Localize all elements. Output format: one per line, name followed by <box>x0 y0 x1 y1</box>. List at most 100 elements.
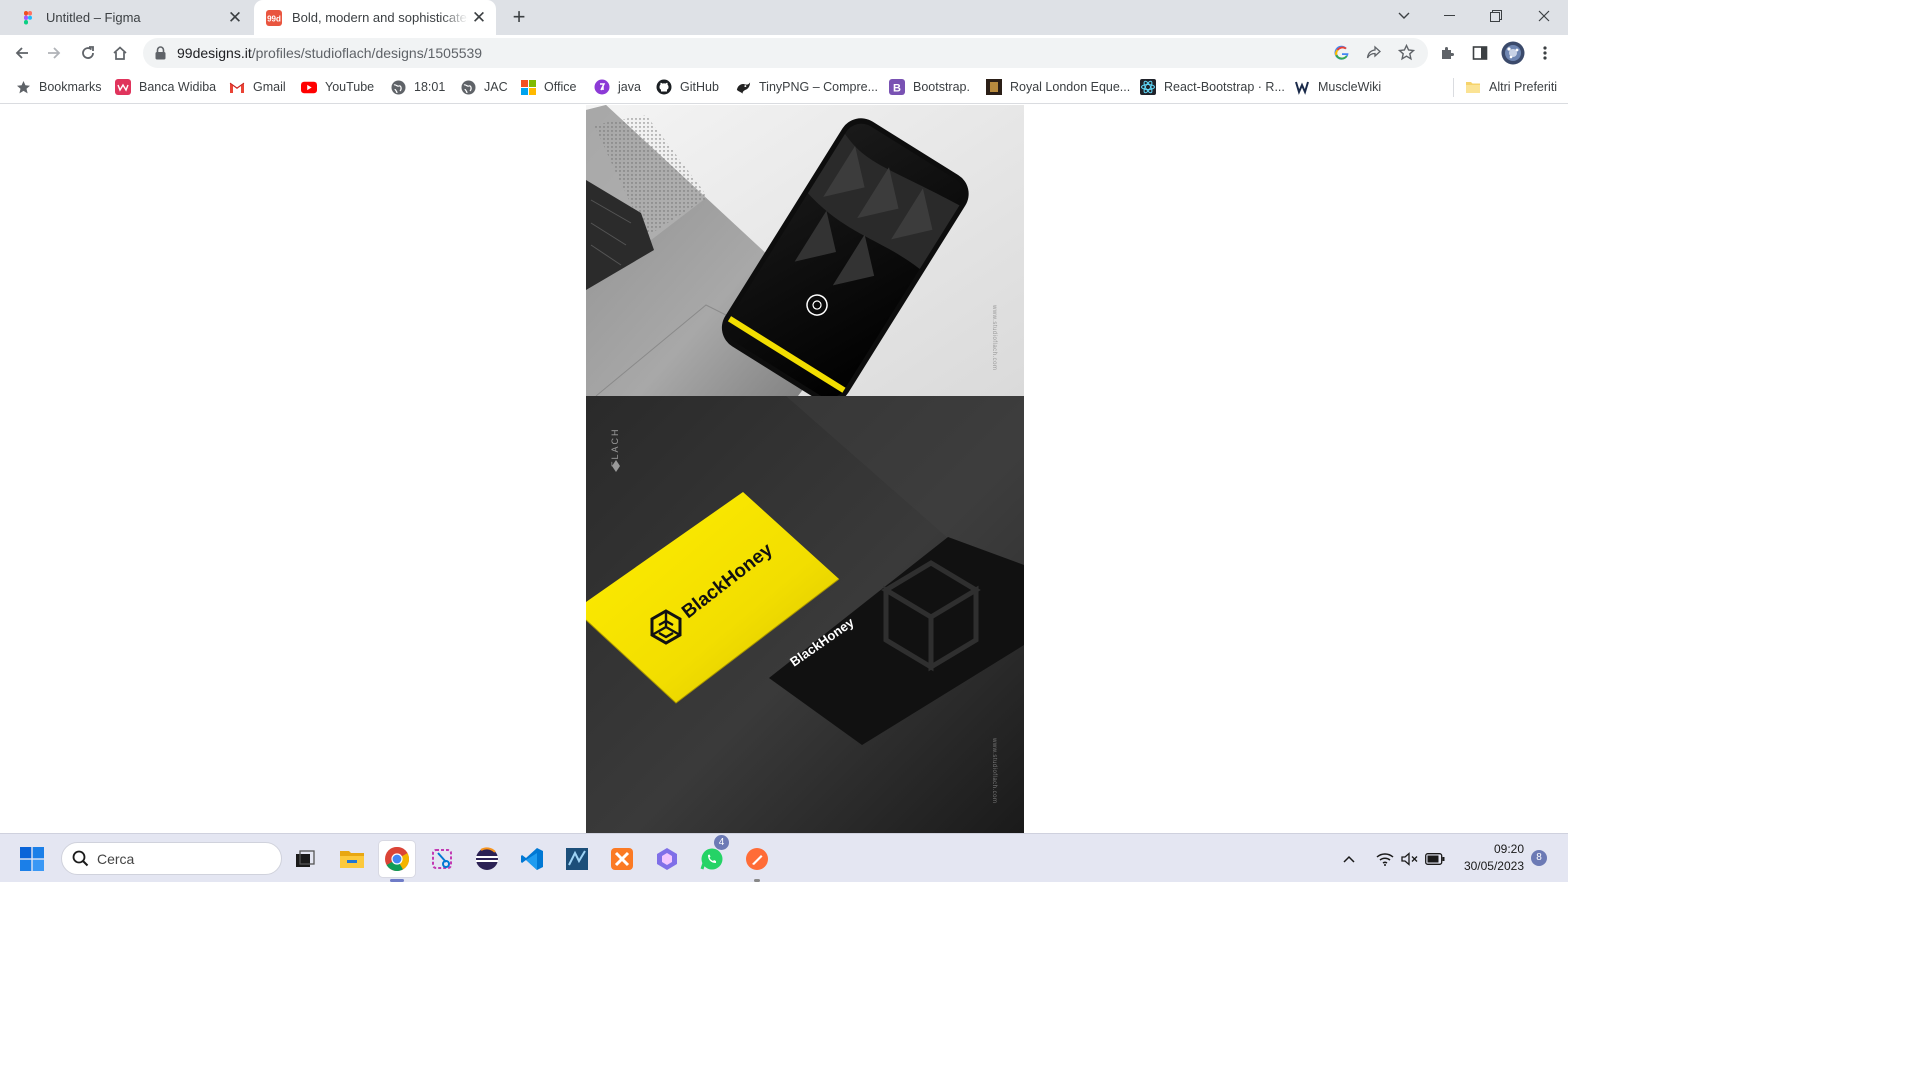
bookmark-java[interactable]: java <box>594 77 641 97</box>
bookmark-label: java <box>618 80 641 94</box>
bookmark-folder-altri-preferiti[interactable]: Altri Preferiti <box>1465 77 1557 97</box>
url-path: /profiles/studioflach/designs/1505539 <box>251 45 483 61</box>
bookmark-label: Bookmarks <box>39 80 102 94</box>
github-icon <box>656 79 672 95</box>
design-image: BlackHoney www.studioflach.com FLACH Bla… <box>586 105 1024 833</box>
running-app-indicator <box>754 879 760 882</box>
widiba-icon <box>115 79 131 95</box>
mysql-workbench-icon[interactable] <box>559 841 595 877</box>
globe-icon <box>390 79 406 95</box>
url-host: 99designs.it <box>177 45 252 61</box>
copilot-icon[interactable] <box>649 841 685 877</box>
react-bootstrap-icon <box>1140 79 1156 95</box>
notification-badge[interactable]: 8 <box>1531 850 1547 866</box>
volume-muted-icon[interactable] <box>1397 841 1423 877</box>
musclewiki-icon <box>1294 79 1310 95</box>
bookmarks-divider <box>1453 78 1454 97</box>
forward-icon[interactable] <box>40 39 68 67</box>
bookmark-musclewiki[interactable]: MuscleWiki <box>1294 77 1381 97</box>
kebab-menu-icon[interactable] <box>1531 39 1559 67</box>
tab-figma[interactable]: Untitled – Figma ✕ <box>8 0 252 35</box>
back-icon[interactable] <box>8 39 36 67</box>
bookmark-react-bootstrap[interactable]: React-Bootstrap · R... <box>1140 77 1285 97</box>
bookmark-label: YouTube <box>325 80 375 94</box>
task-view-icon[interactable] <box>287 841 323 877</box>
tab-title: Untitled – Figma <box>46 10 141 25</box>
xampp-icon[interactable] <box>604 841 640 877</box>
globe-icon <box>460 79 476 95</box>
whatsapp-badge: 4 <box>714 835 729 850</box>
tinypng-icon <box>735 79 751 95</box>
studio-url-bottom: www.studioflach.com <box>991 737 997 804</box>
bookmarks-bar: Bookmarks Banca Widiba Gmail YouTube 18:… <box>0 71 1568 104</box>
bookmark-bookmarks[interactable]: Bookmarks <box>15 77 102 97</box>
bookmark-label: JAC <box>484 80 508 94</box>
bookmark-office[interactable]: Office <box>520 77 576 97</box>
bookmark-1801[interactable]: 18:01 <box>390 77 445 97</box>
side-panel-icon[interactable] <box>1466 39 1494 67</box>
tab-99designs[interactable]: 99d Bold, modern and sophisticated logo … <box>254 0 496 35</box>
bookmark-label: Gmail <box>253 80 286 94</box>
close-tab-icon[interactable]: ✕ <box>468 7 490 29</box>
bookmark-label: Royal London Eque... <box>1010 80 1131 94</box>
home-icon[interactable] <box>106 39 134 67</box>
royal-london-icon <box>986 79 1002 95</box>
lock-icon[interactable] <box>155 46 166 65</box>
99designs-icon: 99d <box>266 9 282 26</box>
bookmark-youtube[interactable]: YouTube <box>301 77 374 97</box>
bookmark-tinypng[interactable]: TinyPNG – Compre... <box>735 77 878 97</box>
reload-icon[interactable] <box>74 39 102 67</box>
figma-icon <box>20 10 36 26</box>
office-icon <box>520 79 536 95</box>
minimize-button[interactable] <box>1427 0 1473 32</box>
bookmark-label: React-Bootstrap · R... <box>1164 80 1285 94</box>
clock-date: 30/05/2023 <box>1463 859 1524 873</box>
share-icon[interactable] <box>1366 45 1382 66</box>
wifi-icon[interactable] <box>1372 841 1398 877</box>
whatsapp-icon[interactable]: 4 <box>694 835 730 877</box>
bookmark-label: Office <box>544 80 577 94</box>
tray-chevron-up-icon[interactable] <box>1336 841 1362 877</box>
bookmark-label: Altri Preferiti <box>1489 80 1558 94</box>
address-bar[interactable]: 99designs.it/profiles/studioflach/design… <box>143 38 1428 68</box>
postman-icon[interactable] <box>739 841 775 882</box>
vscode-icon[interactable] <box>514 841 550 877</box>
tab-title: Bold, modern and sophisticated logo for … <box>292 10 468 25</box>
eclipse-icon[interactable] <box>469 841 505 877</box>
clock-time: 09:20 <box>1493 842 1524 856</box>
browser-toolbar: 99designs.it/profiles/studioflach/design… <box>0 35 1568 71</box>
close-tab-icon[interactable]: ✕ <box>224 7 246 29</box>
bookmark-gmail[interactable]: Gmail <box>229 77 286 97</box>
restore-button[interactable] <box>1473 0 1519 32</box>
taskbar-search[interactable]: Cerca <box>61 842 282 875</box>
windows-start-icon[interactable] <box>14 841 50 877</box>
bookmark-github[interactable]: GitHub <box>656 77 719 97</box>
chrome-icon[interactable] <box>379 841 415 882</box>
tab-strip: Untitled – Figma ✕ 99d Bold, modern and … <box>0 0 1568 35</box>
snipping-tool-icon[interactable] <box>424 841 460 877</box>
folder-icon <box>1465 79 1481 95</box>
bookmark-label: Bootstrap. <box>913 80 970 94</box>
new-tab-button[interactable]: + <box>508 6 530 28</box>
studio-url-top: www.studioflach.com <box>991 304 997 371</box>
profile-avatar[interactable] <box>1499 39 1527 67</box>
youtube-icon <box>301 79 317 95</box>
bookmark-bootstrap[interactable]: B Bootstrap. <box>889 77 970 97</box>
bookmark-jac[interactable]: JAC <box>460 77 508 97</box>
bookmark-royal-london[interactable]: Royal London Eque... <box>986 77 1130 97</box>
bookmark-label: 18:01 <box>414 80 446 94</box>
active-app-indicator <box>390 879 404 882</box>
tab-search-chevron-icon[interactable] <box>1381 0 1427 32</box>
google-lens-icon[interactable] <box>1334 45 1350 66</box>
bookmark-star-icon[interactable] <box>1397 43 1416 66</box>
bookmark-label: Banca Widiba <box>139 80 217 94</box>
bookmark-banca-widiba[interactable]: Banca Widiba <box>115 77 216 97</box>
bookmark-label: TinyPNG – Compre... <box>759 80 879 94</box>
extensions-icon[interactable] <box>1433 39 1461 67</box>
url-text[interactable]: 99designs.it/profiles/studioflach/design… <box>177 45 482 61</box>
file-explorer-icon[interactable] <box>334 841 370 877</box>
search-icon <box>72 850 89 872</box>
gmail-icon <box>229 79 245 95</box>
flach-wordmark: FLACH <box>610 427 620 467</box>
close-window-button[interactable] <box>1521 0 1567 32</box>
